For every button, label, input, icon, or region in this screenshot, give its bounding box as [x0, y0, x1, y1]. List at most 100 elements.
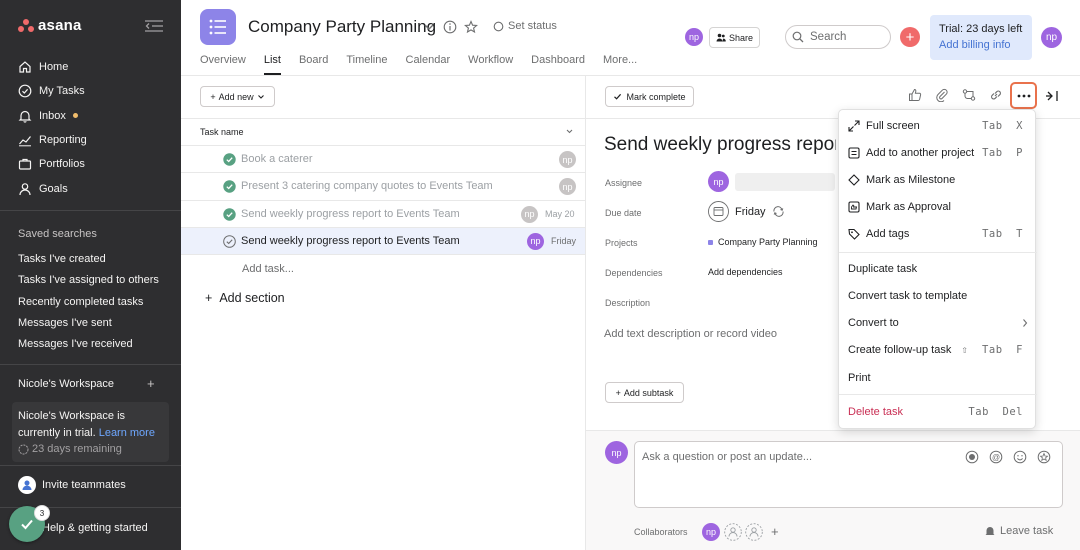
project-list-icon[interactable] [200, 9, 236, 45]
menu-item-add-to-project[interactable]: Add to another project Tab P [839, 139, 1037, 166]
set-status-button[interactable]: Set status [493, 20, 557, 32]
chevron-down-icon[interactable] [565, 127, 574, 136]
task-row[interactable]: Send weekly progress report to Events Te… [181, 201, 585, 228]
task-assignee-avatar[interactable]: np [527, 232, 544, 250]
star-icon[interactable] [464, 20, 478, 34]
saved-search-item[interactable]: Tasks I've assigned to others [18, 273, 159, 294]
search-input[interactable]: Search [785, 25, 891, 49]
menu-item-duplicate[interactable]: Duplicate task [839, 255, 1037, 282]
recurring-icon[interactable] [772, 206, 785, 217]
task-name[interactable]: Book a caterer [241, 153, 313, 165]
comment-input[interactable]: Ask a question or post an update... @ [634, 441, 1063, 508]
tab-workflow[interactable]: Workflow [468, 54, 513, 75]
completed-check-icon[interactable] [223, 207, 236, 221]
more-actions-button[interactable] [1010, 82, 1037, 109]
saved-search-item[interactable]: Tasks I've created [18, 252, 159, 273]
add-task-link[interactable]: Add task... [242, 263, 294, 275]
task-row[interactable]: Present 3 catering company quotes to Eve… [181, 173, 585, 201]
record-icon[interactable] [965, 450, 979, 464]
task-assignee-avatar[interactable]: np [521, 205, 538, 223]
task-row-selected[interactable]: Send weekly progress report to Events Te… [181, 227, 585, 256]
task-name[interactable]: Send weekly progress report to Events Te… [241, 208, 460, 220]
subtask-icon[interactable] [962, 88, 976, 102]
share-button[interactable]: Share [709, 27, 760, 48]
link-icon[interactable] [989, 88, 1003, 102]
project-title[interactable]: Company Party Planning [248, 17, 436, 37]
emoji-icon[interactable] [1013, 450, 1027, 464]
sidebar-item-reporting[interactable]: Reporting [0, 128, 181, 152]
menu-item-print[interactable]: Print [839, 364, 1037, 391]
add-subtask-button[interactable]: + Add subtask [605, 382, 684, 403]
completed-check-icon[interactable] [223, 153, 236, 166]
task-row[interactable]: Book a caterer np [181, 146, 585, 174]
leave-task-button[interactable]: Leave task [984, 525, 1053, 537]
menu-item-convert-to[interactable]: Convert to [839, 309, 1037, 336]
collaborator-avatar[interactable]: np [702, 523, 720, 541]
menu-item-full-screen[interactable]: Full screen Tab X [839, 112, 1037, 139]
sidebar-item-portfolios[interactable]: Portfolios [0, 152, 181, 176]
thumbs-up-icon[interactable] [908, 88, 922, 102]
help-link[interactable]: Help & getting started [42, 522, 148, 534]
tab-board[interactable]: Board [299, 54, 328, 75]
add-billing-link[interactable]: Add billing info [939, 37, 1023, 53]
comment-section: np Ask a question or post an update... @… [586, 430, 1080, 550]
task-title[interactable]: Send weekly progress report to Events Te… [604, 134, 836, 156]
completed-check-icon[interactable] [223, 180, 236, 193]
tab-more[interactable]: More... [603, 54, 637, 75]
mark-complete-button[interactable]: Mark complete [605, 86, 694, 107]
tab-dashboard[interactable]: Dashboard [531, 54, 585, 75]
tab-list[interactable]: List [263, 54, 281, 75]
sidebar-item-inbox[interactable]: Inbox [0, 104, 181, 128]
add-dependencies-link[interactable]: Add dependencies [708, 267, 783, 277]
add-new-button[interactable]: + Add new [200, 86, 275, 107]
assignee-field[interactable]: np [708, 171, 835, 192]
user-avatar[interactable]: np [1041, 27, 1062, 48]
workspace-title[interactable]: Nicole's Workspace [18, 378, 114, 390]
close-details-icon[interactable] [1045, 89, 1059, 103]
menu-item-follow-up[interactable]: Create follow-up task ⇧ Tab F [839, 336, 1037, 363]
asana-logo[interactable]: asana [18, 17, 82, 34]
trial-notice: Nicole's Workspace is currently in trial… [12, 402, 169, 462]
due-date-field[interactable]: Friday [708, 201, 785, 222]
saved-search-item[interactable]: Messages I've received [18, 337, 159, 358]
trial-banner[interactable]: Trial: 23 days left Add billing info [930, 15, 1032, 60]
task-assignee-avatar[interactable]: np [559, 151, 576, 168]
menu-item-delete-task[interactable]: Delete task Tab Del [839, 398, 1037, 425]
saved-search-item[interactable]: Recently completed tasks [18, 295, 159, 316]
menu-item-mark-approval[interactable]: Mark as Approval [839, 193, 1037, 220]
invite-teammates-button[interactable]: Invite teammates [18, 476, 126, 494]
add-collaborator-icon[interactable] [724, 523, 742, 541]
appreciation-icon[interactable] [1037, 450, 1051, 464]
task-name[interactable]: Send weekly progress report to Events Te… [241, 235, 460, 247]
add-collaborator-icon[interactable] [745, 523, 763, 541]
sidebar-item-my-tasks[interactable]: My Tasks [0, 79, 181, 103]
project-color-icon [708, 239, 713, 245]
tab-timeline[interactable]: Timeline [346, 54, 387, 75]
sidebar-item-home[interactable]: Home [0, 55, 181, 79]
add-section-button[interactable]: + Add section [205, 291, 285, 305]
task-due-date[interactable]: May 20 [545, 209, 575, 219]
tab-calendar[interactable]: Calendar [406, 54, 451, 75]
menu-item-add-tags[interactable]: Add tags Tab T [839, 220, 1037, 247]
collapse-sidebar-icon[interactable] [144, 19, 164, 33]
add-workspace-icon[interactable]: + [147, 376, 155, 391]
avatar[interactable]: np [685, 28, 703, 46]
info-icon[interactable] [443, 20, 457, 34]
task-name[interactable]: Present 3 catering company quotes to Eve… [241, 180, 493, 192]
add-collaborator-plus-icon[interactable]: + [771, 524, 779, 539]
task-assignee-avatar[interactable]: np [559, 178, 576, 196]
menu-item-mark-milestone[interactable]: Mark as Milestone [839, 166, 1037, 193]
task-due-date[interactable]: Friday [551, 236, 576, 246]
incomplete-check-icon[interactable] [223, 235, 236, 248]
description-input[interactable]: Add text description or record video [604, 328, 777, 340]
menu-item-convert-template[interactable]: Convert task to template [839, 282, 1037, 309]
mention-icon[interactable]: @ [989, 450, 1003, 464]
sidebar-item-goals[interactable]: Goals [0, 176, 181, 200]
project-tag[interactable]: Company Party Planning [708, 237, 818, 247]
saved-search-item[interactable]: Messages I've sent [18, 316, 159, 337]
tab-overview[interactable]: Overview [200, 54, 246, 75]
chevron-down-icon[interactable] [422, 20, 436, 34]
paperclip-icon[interactable] [935, 88, 949, 102]
learn-more-link[interactable]: Learn more [99, 427, 155, 439]
quick-add-button[interactable]: + [900, 27, 920, 47]
